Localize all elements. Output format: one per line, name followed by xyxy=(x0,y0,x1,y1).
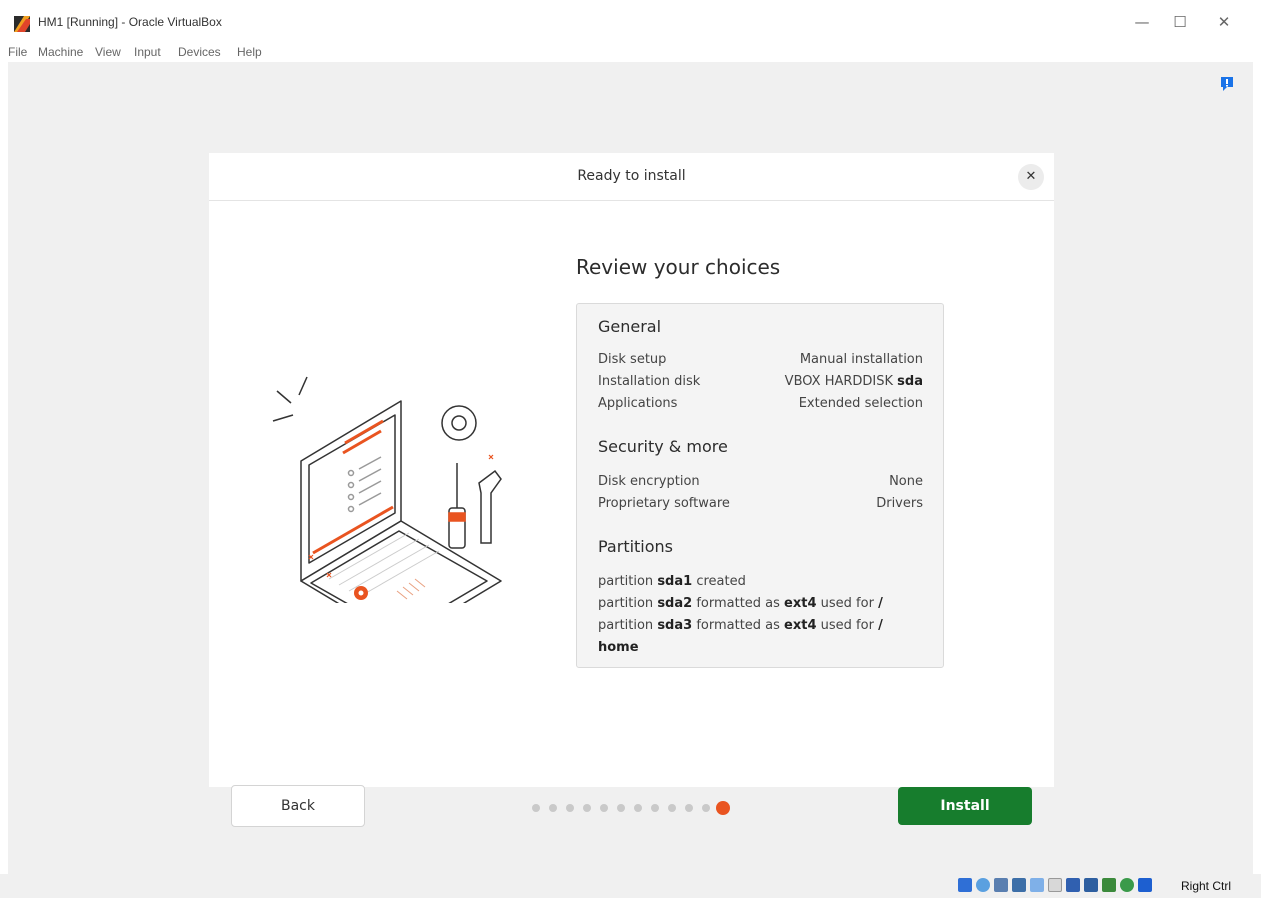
partition-filesystem: ext4 xyxy=(784,596,817,611)
proprietary-software-value: Drivers xyxy=(876,496,923,511)
partition-device: sda2 xyxy=(657,596,693,611)
display-icon[interactable] xyxy=(1066,878,1080,892)
partition-text: created xyxy=(692,574,746,589)
laptop-tools-illustration xyxy=(272,376,502,603)
cpu-icon[interactable] xyxy=(1102,878,1116,892)
guest-display[interactable]: Ready to install ✕ Review your choices G… xyxy=(8,62,1253,874)
installation-disk-label: Installation disk xyxy=(598,374,701,389)
partition-line-sda1: partition sda1 created xyxy=(598,574,746,589)
proprietary-software-label: Proprietary software xyxy=(598,496,730,511)
installation-disk-value: VBOX HARDDISK sda xyxy=(785,374,923,389)
partition-line-wrap: home xyxy=(598,640,639,655)
partition-device: sda1 xyxy=(657,574,693,589)
progress-dot xyxy=(685,804,693,812)
partition-text: used for xyxy=(816,618,879,633)
partition-text: used for xyxy=(816,596,879,611)
general-heading: General xyxy=(598,317,662,336)
menu-input[interactable]: Input xyxy=(134,45,161,59)
progress-dot-active xyxy=(716,801,730,815)
summary-panel: General Disk setup Manual installation I… xyxy=(576,303,944,668)
disk-setup-label: Disk setup xyxy=(598,352,667,367)
title-bar: HM1 [Running] - Oracle VirtualBox — ☐ ✕ xyxy=(0,0,1261,44)
usb-icon[interactable] xyxy=(1030,878,1044,892)
progress-dot xyxy=(532,804,540,812)
host-key-label: Right Ctrl xyxy=(1181,879,1232,893)
install-button[interactable]: Install xyxy=(898,787,1032,825)
progress-dot xyxy=(566,804,574,812)
partition-text: formatted as xyxy=(692,596,785,611)
partition-text: partition xyxy=(598,574,658,589)
menu-bar: File Machine View Input Devices Help xyxy=(0,44,1261,62)
disk-setup-value: Manual installation xyxy=(799,352,923,367)
close-window-button[interactable]: ✕ xyxy=(1201,8,1247,36)
shared-folders-icon[interactable] xyxy=(1048,878,1062,892)
recording-icon[interactable] xyxy=(1084,878,1098,892)
partition-device: sda3 xyxy=(657,618,693,633)
progress-dots xyxy=(532,801,742,815)
applications-label: Applications xyxy=(598,396,678,411)
status-bar: Right Ctrl xyxy=(0,874,1261,898)
progress-dot xyxy=(668,804,676,812)
close-icon: ✕ xyxy=(1025,169,1037,184)
partition-text: formatted as xyxy=(692,618,785,633)
disk-encryption-value: None xyxy=(889,474,923,489)
review-heading: Review your choices xyxy=(576,255,781,279)
progress-dot xyxy=(600,804,608,812)
partition-text: partition xyxy=(598,596,658,611)
hard-disk-icon[interactable] xyxy=(958,878,972,892)
menu-help[interactable]: Help xyxy=(237,45,262,59)
partition-filesystem: ext4 xyxy=(784,618,817,633)
partition-mountpoint: home xyxy=(598,640,639,655)
progress-dot xyxy=(651,804,659,812)
network-icon[interactable] xyxy=(1012,878,1026,892)
maximize-button[interactable]: ☐ xyxy=(1157,8,1203,36)
install-dialog: Ready to install ✕ Review your choices G… xyxy=(209,153,1054,827)
installation-disk-device: sda xyxy=(897,374,923,389)
menu-devices[interactable]: Devices xyxy=(178,45,221,59)
installation-disk-model: VBOX HARDDISK xyxy=(784,374,898,389)
back-button[interactable]: Back xyxy=(231,785,365,827)
progress-dot xyxy=(702,804,710,812)
progress-dot xyxy=(634,804,642,812)
optical-drive-icon[interactable] xyxy=(976,878,990,892)
virtualbox-icon xyxy=(14,16,30,32)
window-title: HM1 [Running] - Oracle VirtualBox xyxy=(38,15,222,29)
security-heading: Security & more xyxy=(598,437,728,456)
partition-mountpoint: / xyxy=(878,618,883,633)
notification-icon[interactable] xyxy=(1219,76,1235,92)
mouse-integration-icon[interactable] xyxy=(1120,878,1134,892)
partition-mountpoint: / xyxy=(878,596,883,611)
progress-dot xyxy=(549,804,557,812)
partitions-heading: Partitions xyxy=(598,537,674,556)
progress-dot xyxy=(617,804,625,812)
menu-file[interactable]: File xyxy=(8,45,27,59)
dialog-header: Ready to install ✕ xyxy=(209,153,1054,201)
partition-text: partition xyxy=(598,618,658,633)
audio-icon[interactable] xyxy=(994,878,1008,892)
progress-dot xyxy=(583,804,591,812)
menu-machine[interactable]: Machine xyxy=(38,45,83,59)
dialog-title: Ready to install xyxy=(577,168,686,184)
disk-encryption-label: Disk encryption xyxy=(598,474,700,489)
keyboard-capture-icon[interactable] xyxy=(1138,878,1152,892)
applications-value: Extended selection xyxy=(798,396,923,411)
partition-line-sda3: partition sda3 formatted as ext4 used fo… xyxy=(598,618,883,633)
partition-line-sda2: partition sda2 formatted as ext4 used fo… xyxy=(598,596,883,611)
dialog-close-button[interactable]: ✕ xyxy=(1018,164,1044,190)
menu-view[interactable]: View xyxy=(95,45,121,59)
